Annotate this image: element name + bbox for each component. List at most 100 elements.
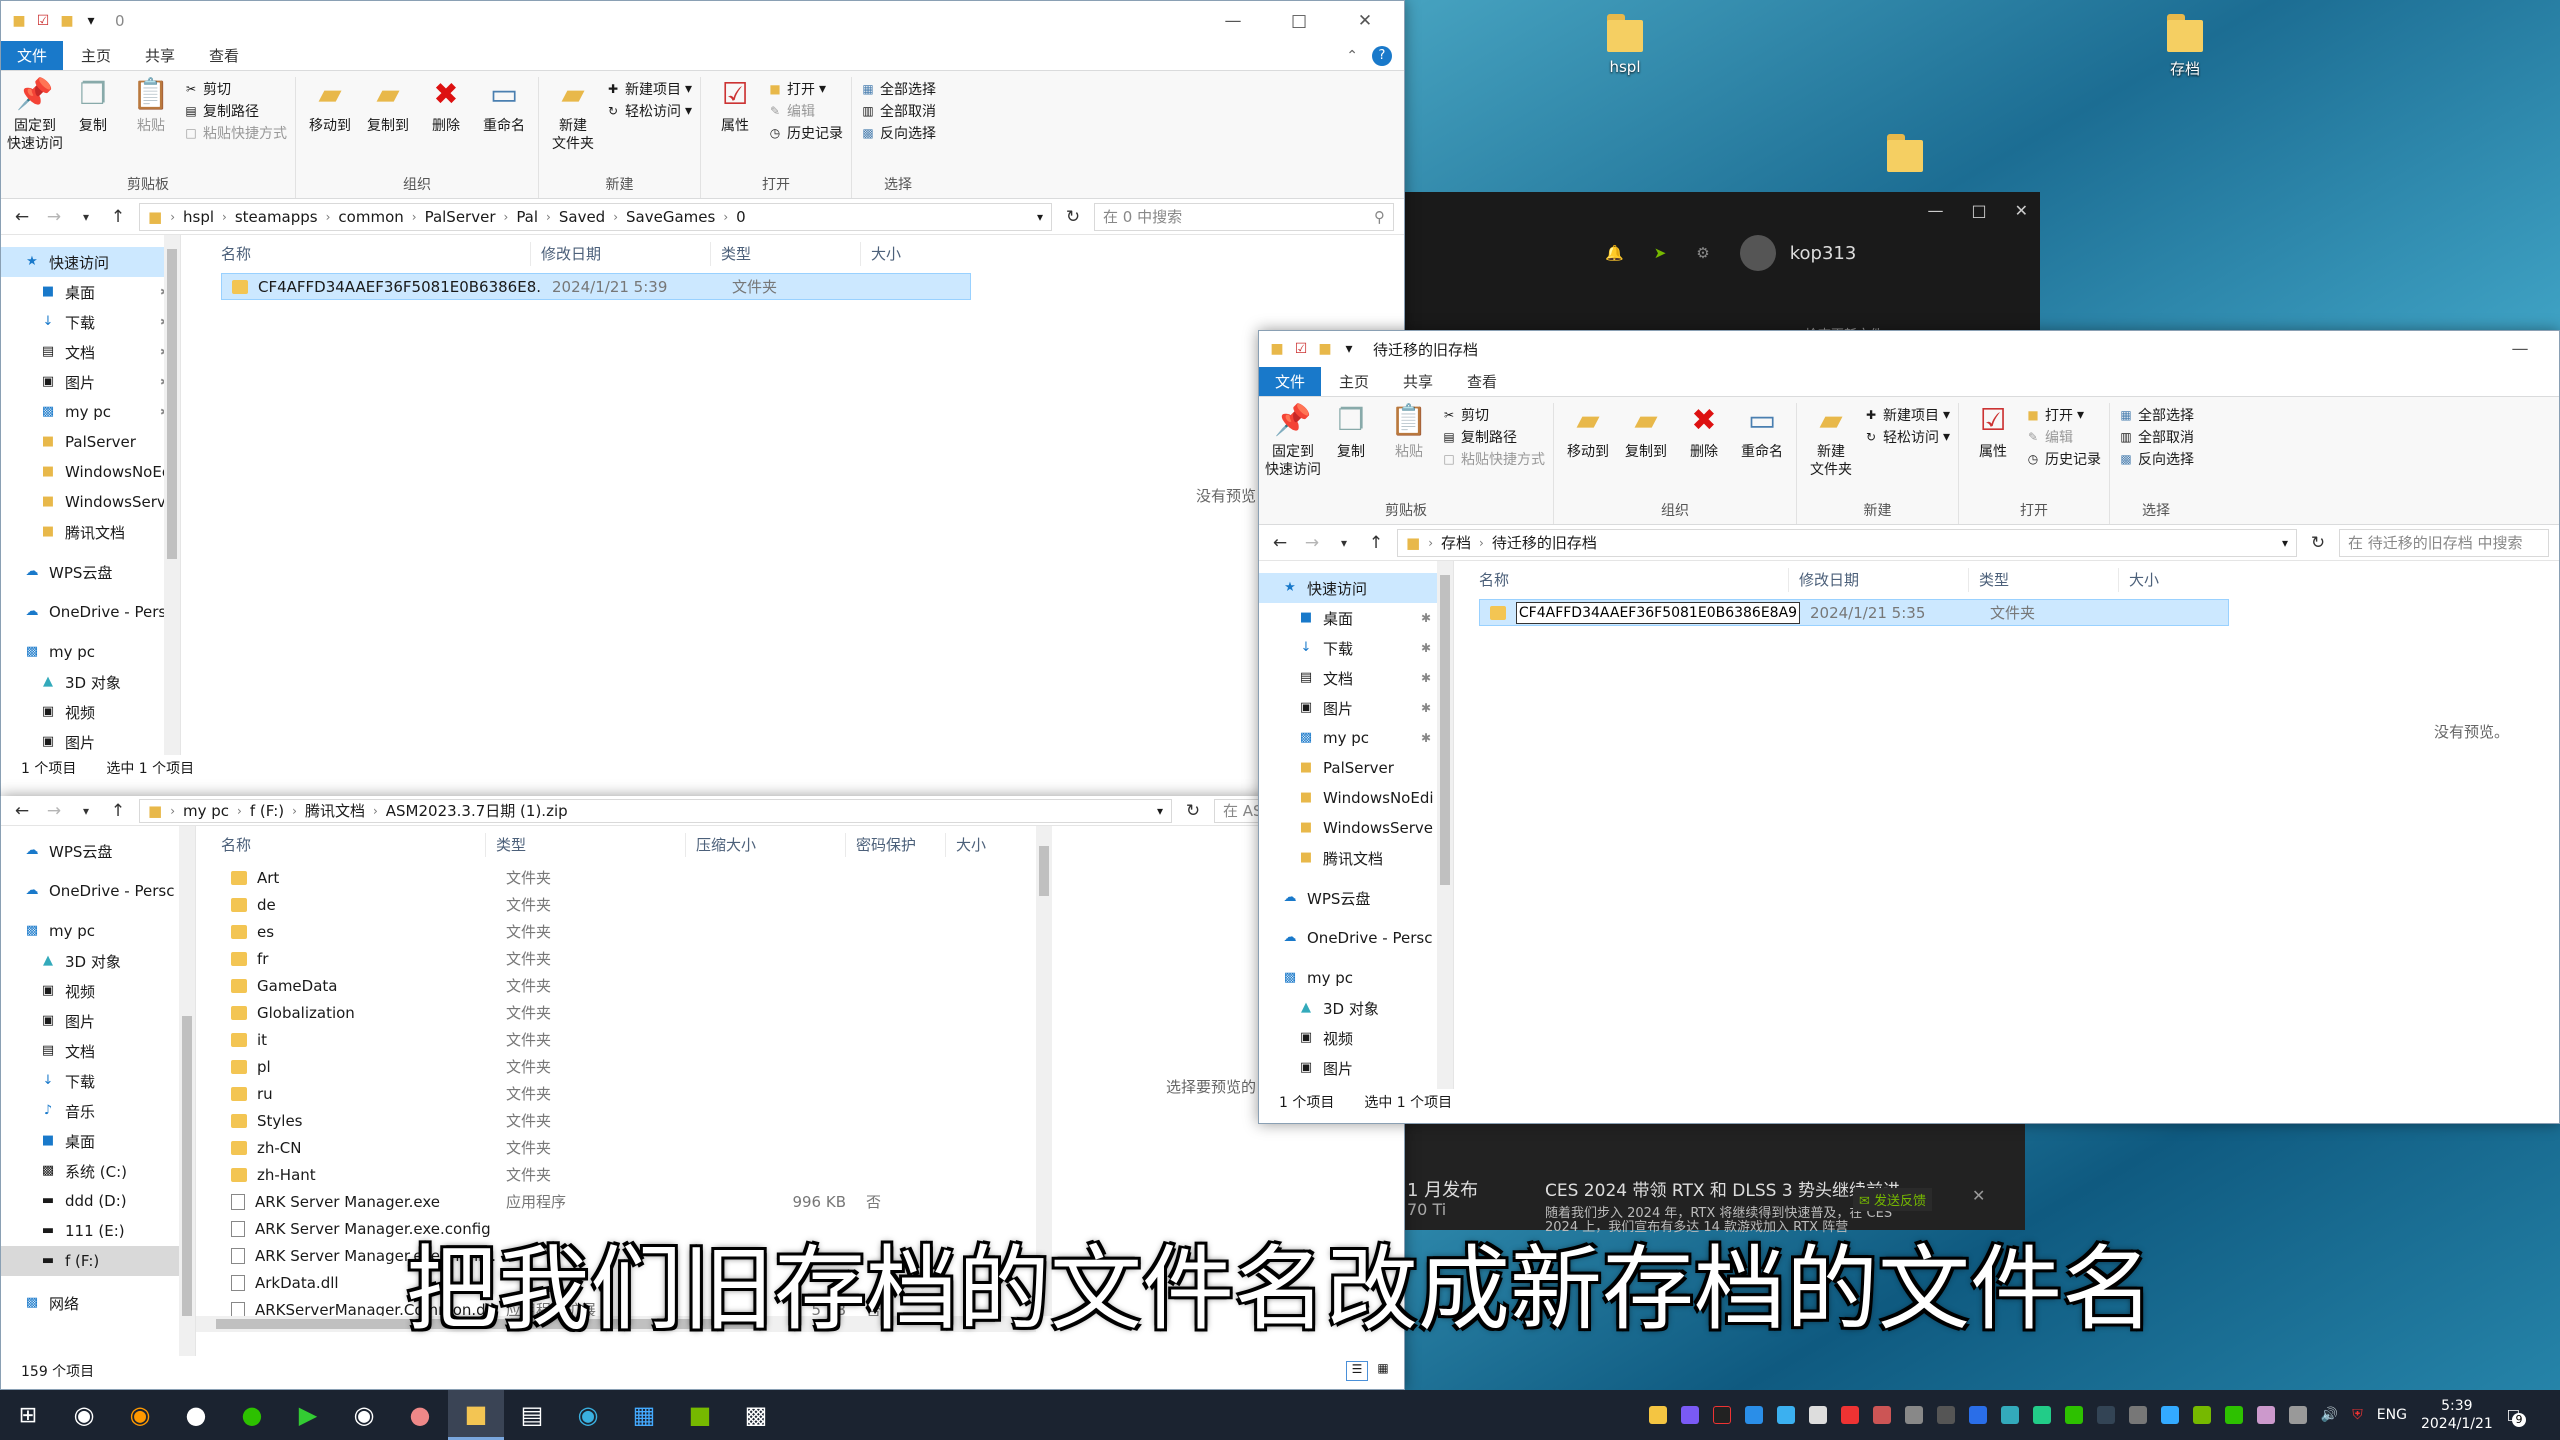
security-shield-icon[interactable]: ⛨ xyxy=(2352,1407,2363,1423)
tab-file[interactable]: 文件 xyxy=(1259,367,1322,396)
table-row[interactable]: CF4AFFD34AAEF36F5081E0B6386E8... 2024/1/… xyxy=(221,273,971,300)
properties-quick-icon[interactable]: ☑ xyxy=(35,13,51,29)
column-header-date[interactable]: 修改日期 xyxy=(531,242,711,266)
input-method-indicator[interactable]: ENG xyxy=(2377,1407,2407,1423)
copy-button[interactable]: ❐ 复制 xyxy=(67,77,119,172)
nav-desktop[interactable]: ■ 桌面 xyxy=(1,1126,195,1156)
crumb[interactable]: 存档 xyxy=(1441,532,1471,553)
crumb[interactable]: 待迁移的旧存档 xyxy=(1492,532,1597,553)
nav-music[interactable]: ♪ 音乐 xyxy=(1,1096,195,1126)
move-to-button[interactable]: ▰ 移动到 xyxy=(304,77,356,172)
move-to-button[interactable]: ▰ 移动到 xyxy=(1562,403,1614,498)
paste-button[interactable]: 📋 粘贴 xyxy=(1383,403,1435,498)
nav-documents[interactable]: ▤文档✱ xyxy=(1259,663,1453,693)
crumb[interactable]: ASM2023.3.7日期 (1).zip xyxy=(386,800,568,821)
table-row[interactable]: Art 文件夹 xyxy=(221,864,1404,891)
tray-network-icon[interactable] xyxy=(2288,1406,2307,1424)
share-icon[interactable]: ➤ xyxy=(1654,244,1667,262)
table-row[interactable]: ARK Server Manager.exe 应用程序 996 KB 否 xyxy=(221,1188,1404,1215)
desktop-icon-save[interactable]: 存档 xyxy=(2140,10,2230,79)
nav-tencent-docs[interactable]: ■ 腾讯文档 xyxy=(1259,843,1453,873)
search-input[interactable]: 在 0 中搜索 ⚲ xyxy=(1094,202,1394,231)
clock[interactable]: 5:39 2024/1/21 xyxy=(2421,1397,2493,1433)
new-item-button[interactable]: ✚ 新建项目 ▾ xyxy=(1863,405,1950,425)
nav-downloads[interactable]: ↓下载✱ xyxy=(1259,633,1453,663)
tray-app-icon[interactable] xyxy=(1808,1406,1827,1424)
pin-quick-access-button[interactable]: 📌 固定到 快速访问 xyxy=(1265,403,1321,498)
nav-downloads[interactable]: ↓下载✱ xyxy=(1,307,180,337)
tray-tiktok-icon[interactable] xyxy=(1712,1406,1731,1424)
forward-icon[interactable]: → xyxy=(43,207,65,227)
taskbar-steam[interactable]: ◉ xyxy=(336,1390,392,1440)
tab-share[interactable]: 共享 xyxy=(129,41,191,70)
history-button[interactable]: ◷ 历史记录 xyxy=(2025,449,2101,469)
taskbar-g-app[interactable]: ◉ xyxy=(112,1390,168,1440)
close-button[interactable]: ✕ xyxy=(1336,11,1394,31)
chevron-down-icon[interactable]: ▾ xyxy=(1157,804,1163,818)
volume-icon[interactable]: 🔊 xyxy=(2321,1407,2338,1423)
chevron-down-icon[interactable]: ▾ xyxy=(1341,341,1357,357)
nav-onedrive[interactable]: ☁ OneDrive - Persc xyxy=(1,597,180,627)
nav-downloads[interactable]: ↓ 下载 xyxy=(1,1066,195,1096)
nav-onedrive[interactable]: ☁ OneDrive - Persc xyxy=(1,876,195,906)
help-icon[interactable]: ? xyxy=(1372,46,1392,66)
new-item-button[interactable]: ✚ 新建项目 ▾ xyxy=(605,79,692,99)
table-row[interactable]: zh-CN 文件夹 xyxy=(221,1134,1404,1161)
tray-app-icon[interactable] xyxy=(2160,1406,2179,1424)
select-none-button[interactable]: ▥ 全部取消 xyxy=(2118,427,2194,447)
avatar[interactable] xyxy=(1739,235,1776,271)
close-icon[interactable]: ✕ xyxy=(2015,201,2028,220)
desktop-icon-folder[interactable] xyxy=(1860,130,1950,178)
tray-app-icon[interactable] xyxy=(1648,1406,1667,1424)
crumb[interactable]: f (F:) xyxy=(250,802,284,820)
recent-chevron-icon[interactable]: ▾ xyxy=(75,804,97,818)
chevron-down-icon[interactable]: ▾ xyxy=(2282,536,2288,550)
new-folder-button[interactable]: ▰ 新建 文件夹 xyxy=(547,77,599,172)
chevron-down-icon[interactable]: ▾ xyxy=(1037,210,1043,224)
table-row[interactable]: de 文件夹 xyxy=(221,891,1404,918)
edit-button[interactable]: ✎ 编辑 xyxy=(767,101,843,121)
copy-path-button[interactable]: ▤ 复制路径 xyxy=(183,101,287,121)
column-header-name[interactable]: 名称 xyxy=(1469,568,1789,592)
nav-pictures-pc[interactable]: ▣ 图片 xyxy=(1259,1053,1453,1083)
column-header-name[interactable]: 名称 xyxy=(211,242,531,266)
column-header-name[interactable]: 名称 xyxy=(211,833,486,857)
nav-pictures[interactable]: ▣图片✱ xyxy=(1259,693,1453,723)
nav-windowsnoeditor[interactable]: ■ WindowsNoEdi xyxy=(1259,783,1453,813)
nav-onedrive[interactable]: ☁ OneDrive - Persc xyxy=(1259,923,1453,953)
nav-documents[interactable]: ▤ 文档 xyxy=(1,1036,195,1066)
easy-access-button[interactable]: ↻ 轻松访问 ▾ xyxy=(605,101,692,121)
minimize-button[interactable]: — xyxy=(2491,339,2549,359)
recent-chevron-icon[interactable]: ▾ xyxy=(75,210,97,224)
minimize-button[interactable]: — xyxy=(1204,11,1262,31)
nav-palserver[interactable]: ■ PalServer xyxy=(1259,753,1453,783)
taskbar-game-app[interactable]: ◉ xyxy=(56,1390,112,1440)
column-header-date[interactable]: 修改日期 xyxy=(1789,568,1969,592)
rename-button[interactable]: ▭ 重命名 xyxy=(478,77,530,172)
column-header-size[interactable]: 大小 xyxy=(2119,568,2219,592)
crumb[interactable]: steamapps xyxy=(235,208,318,226)
copy-path-button[interactable]: ▤ 复制路径 xyxy=(1441,427,1545,447)
table-row[interactable]: it 文件夹 xyxy=(221,1026,1404,1053)
nav-my-pc-root[interactable]: ▩ my pc xyxy=(1259,963,1453,993)
paste-shortcut-button[interactable]: □ 粘贴快捷方式 xyxy=(183,123,287,143)
tab-view[interactable]: 查看 xyxy=(1451,367,1513,396)
nav-my-pc[interactable]: ▩my pc✱ xyxy=(1259,723,1453,753)
taskbar-file-explorer[interactable]: ■ xyxy=(448,1390,504,1440)
tray-nvidia-icon[interactable] xyxy=(2192,1406,2211,1424)
crumb[interactable]: Pal xyxy=(516,208,538,226)
address-path[interactable]: ■ › my pc › f (F:) › 腾讯文档 › ASM2023.3.7日期 (1… xyxy=(139,798,1172,823)
properties-button[interactable]: ☑ 属性 xyxy=(709,77,761,172)
history-button[interactable]: ◷ 历史记录 xyxy=(767,123,843,143)
tab-view[interactable]: 查看 xyxy=(193,41,255,70)
delete-button[interactable]: ✖ 删除 xyxy=(1678,403,1730,498)
nav-videos[interactable]: ▣ 视频 xyxy=(1,976,195,1006)
crumb[interactable]: my pc xyxy=(183,802,229,820)
tray-app-icon[interactable] xyxy=(1680,1406,1699,1424)
crumb[interactable]: PalServer xyxy=(425,208,496,226)
new-folder-quick-icon[interactable]: ■ xyxy=(1317,341,1333,357)
paste-shortcut-button[interactable]: □ 粘贴快捷方式 xyxy=(1441,449,1545,469)
nav-wps-cloud[interactable]: ☁ WPS云盘 xyxy=(1259,883,1453,913)
copy-to-button[interactable]: ▰ 复制到 xyxy=(1620,403,1672,498)
back-icon[interactable]: ← xyxy=(11,207,33,227)
